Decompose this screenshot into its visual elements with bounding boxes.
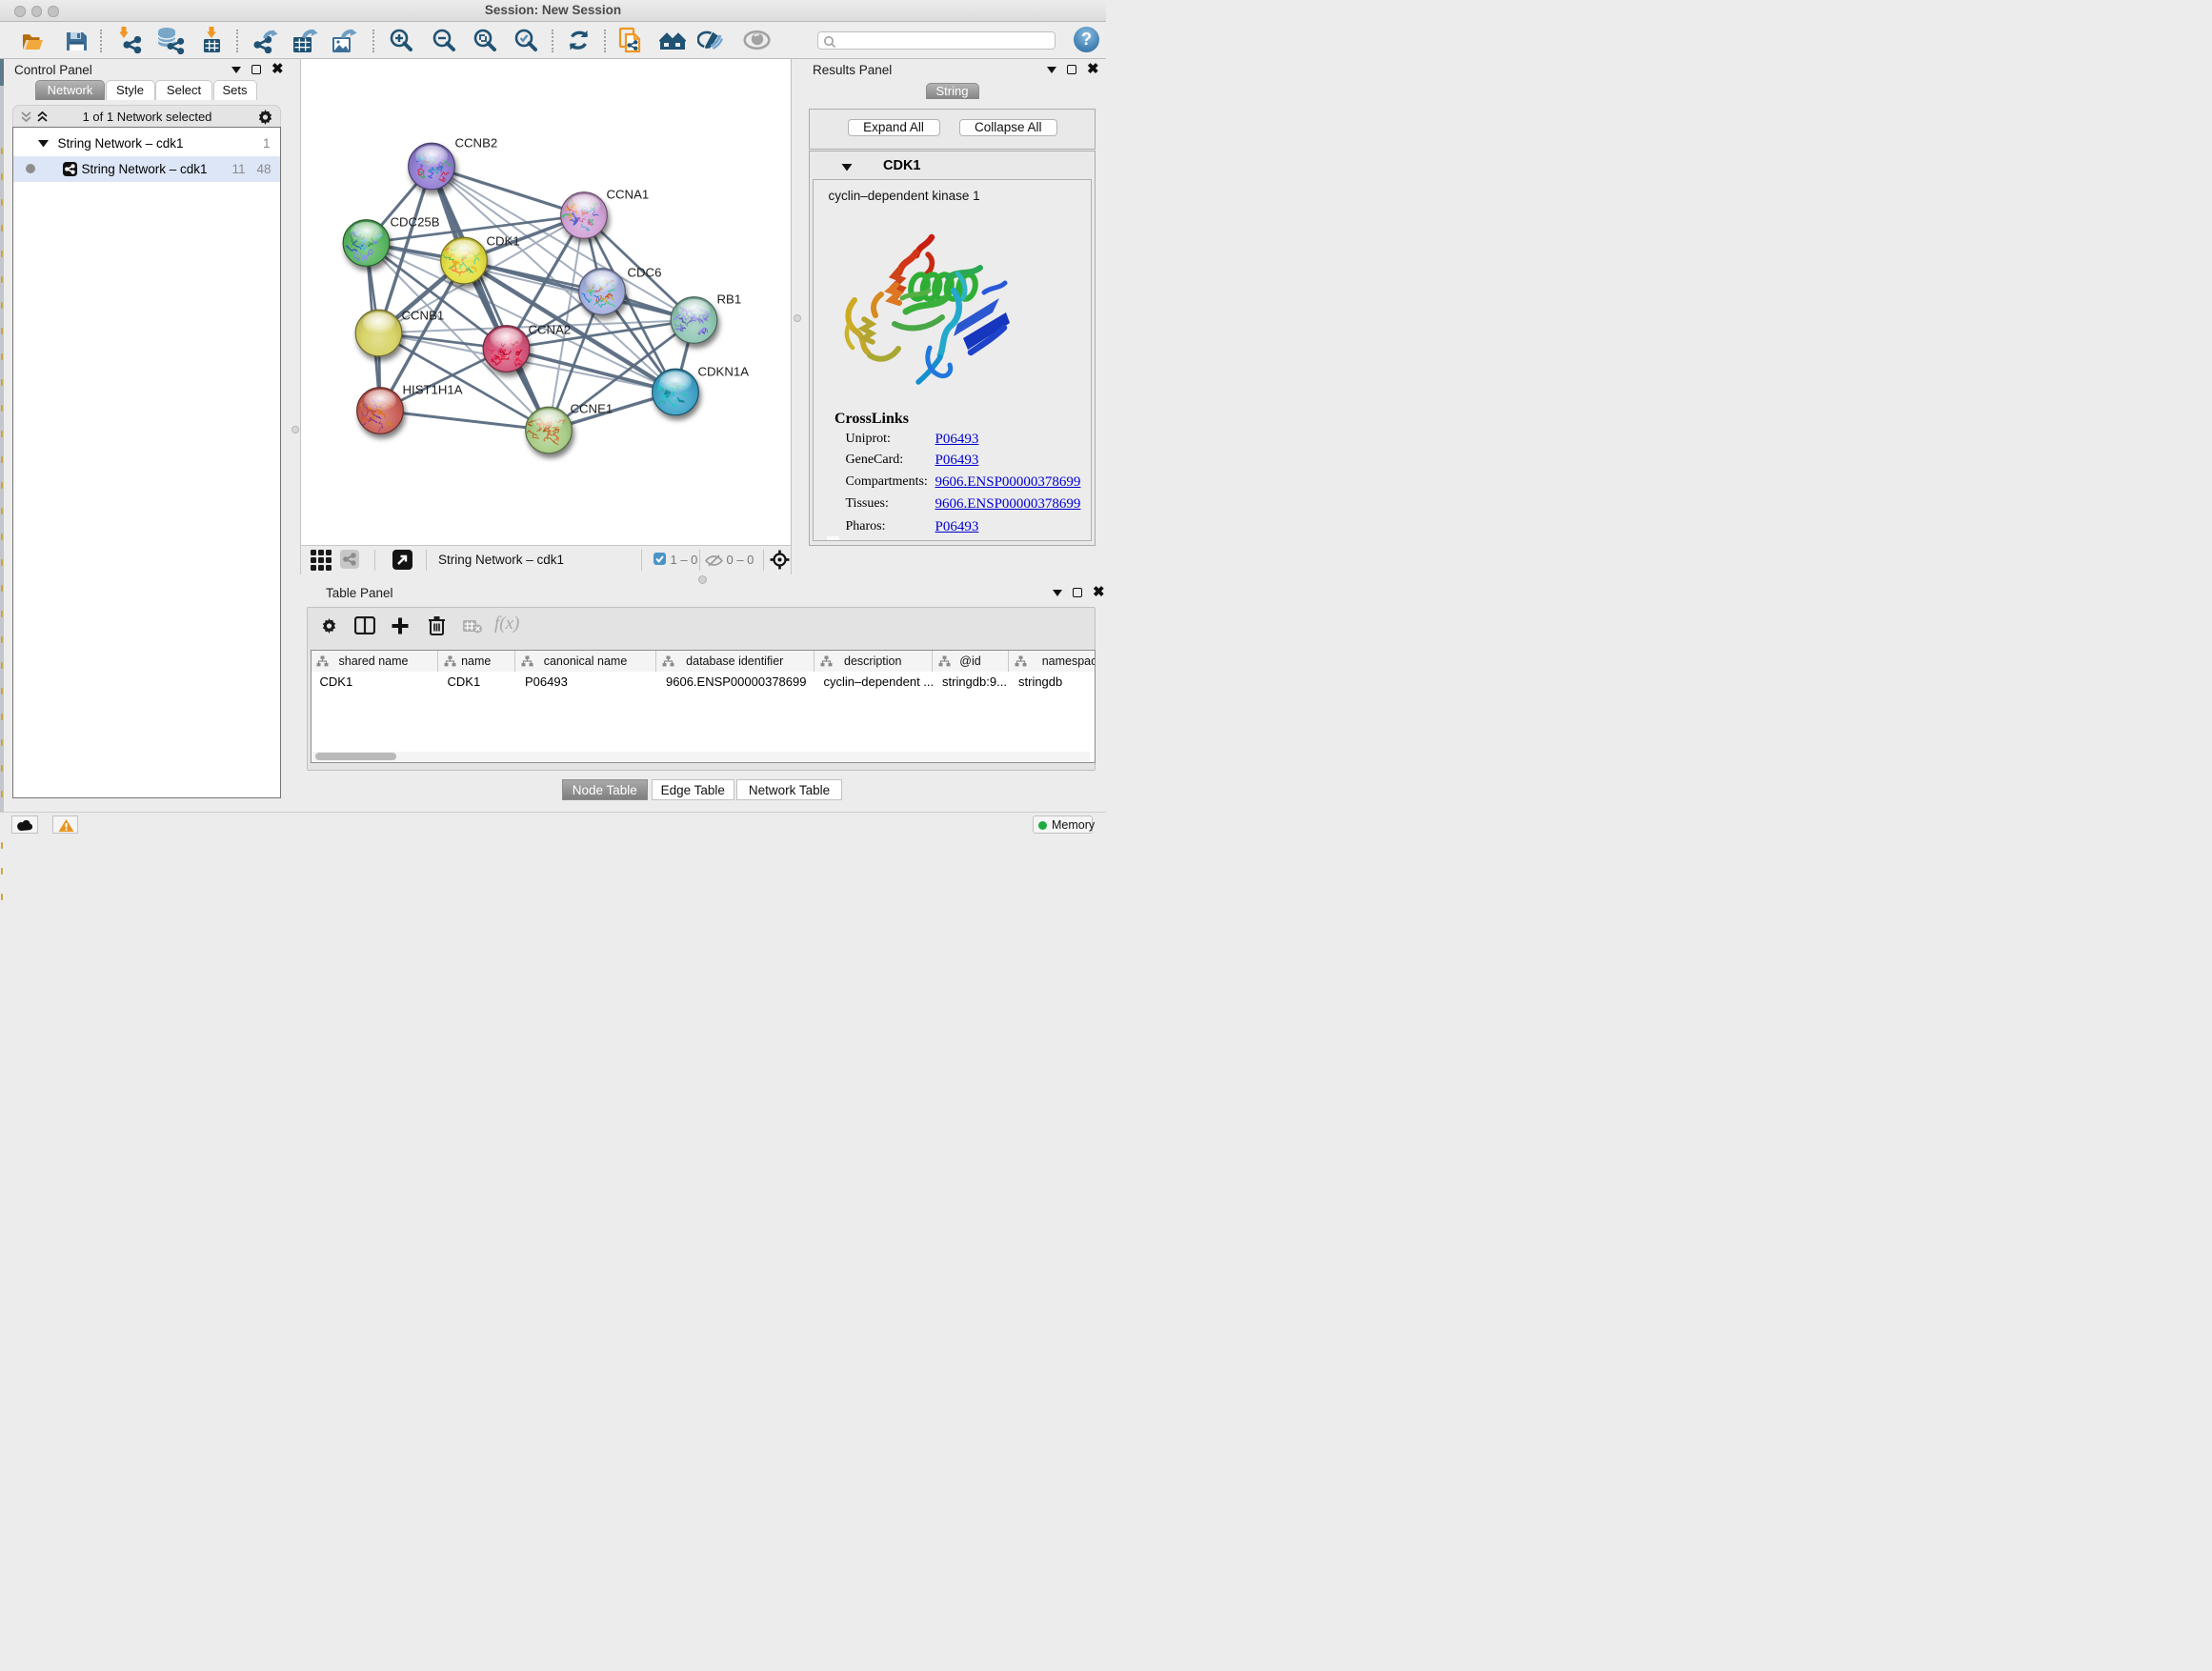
- svg-text:RB1: RB1: [716, 292, 741, 307]
- svg-text:CDC6: CDC6: [627, 266, 661, 280]
- svg-text:CCNA1: CCNA1: [606, 188, 649, 202]
- svg-text:CDC25B: CDC25B: [390, 215, 439, 230]
- svg-text:CDK1: CDK1: [486, 234, 519, 249]
- svg-text:CCNE1: CCNE1: [570, 402, 613, 416]
- svg-text:CCNB1: CCNB1: [401, 309, 444, 323]
- svg-text:CDKN1A: CDKN1A: [697, 365, 749, 379]
- svg-text:HIST1H1A: HIST1H1A: [402, 383, 462, 397]
- svg-text:CCNB2: CCNB2: [454, 136, 497, 151]
- svg-text:CCNA2: CCNA2: [528, 323, 571, 337]
